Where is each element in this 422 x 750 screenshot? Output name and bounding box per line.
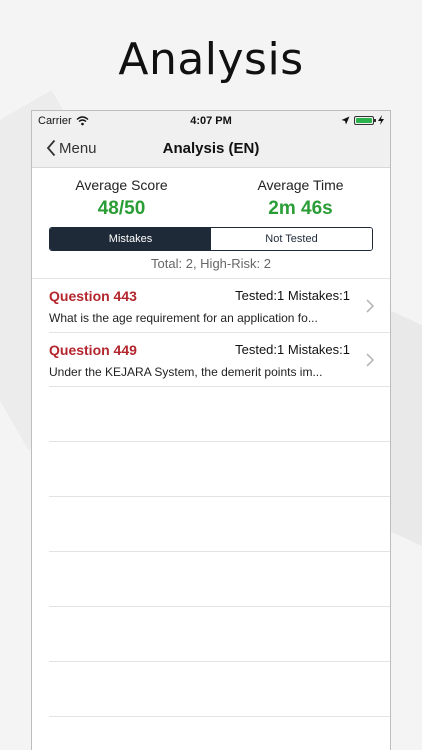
empty-row xyxy=(49,607,390,662)
chevron-right-icon xyxy=(366,299,374,313)
status-time: 4:07 PM xyxy=(190,115,232,127)
empty-row xyxy=(49,552,390,607)
question-title: Question 443 xyxy=(49,288,137,304)
question-stats: Tested:1 Mistakes:1 xyxy=(235,288,350,303)
average-score: Average Score 48/50 xyxy=(32,176,211,220)
question-row[interactable]: Question 449 Tested:1 Mistakes:1 Under t… xyxy=(49,333,390,387)
average-time-label: Average Time xyxy=(257,177,344,193)
promo-title: Analysis xyxy=(118,34,304,85)
empty-row xyxy=(49,442,390,497)
question-text: Under the KEJARA System, the demerit poi… xyxy=(49,365,323,379)
page-title: Analysis (EN) xyxy=(162,140,260,157)
empty-row xyxy=(49,662,390,717)
phone-screen: Carrier 4:07 PM Menu Analysis (EN) Avera… xyxy=(31,110,391,750)
question-list: Question 443 Tested:1 Mistakes:1 What is… xyxy=(32,278,390,750)
summary-text: Total: 2, High-Risk: 2 xyxy=(151,256,271,271)
tab-not-tested[interactable]: Not Tested xyxy=(211,228,372,250)
charging-bolt-icon xyxy=(378,115,384,125)
status-bar: Carrier 4:07 PM xyxy=(32,111,390,131)
question-title: Question 449 xyxy=(49,342,137,358)
stats-summary: Average Score 48/50 Average Time 2m 46s xyxy=(32,168,390,220)
question-row[interactable]: Question 443 Tested:1 Mistakes:1 What is… xyxy=(49,279,390,333)
average-time-value: 2m 46s xyxy=(268,198,333,219)
navigation-bar: Menu Analysis (EN) xyxy=(32,131,390,168)
average-time: Average Time 2m 46s xyxy=(211,176,390,220)
question-text: What is the age requirement for an appli… xyxy=(49,311,318,325)
location-arrow-icon xyxy=(341,116,350,124)
average-score-value: 48/50 xyxy=(97,198,146,219)
chevron-right-icon xyxy=(366,353,374,367)
empty-row xyxy=(49,717,390,750)
question-stats: Tested:1 Mistakes:1 xyxy=(235,342,350,357)
empty-row xyxy=(49,497,390,552)
segmented-control: Mistakes Not Tested xyxy=(49,227,373,251)
empty-row xyxy=(49,387,390,442)
average-score-label: Average Score xyxy=(75,177,168,193)
status-right xyxy=(341,115,384,125)
battery-icon xyxy=(354,115,376,125)
tab-mistakes[interactable]: Mistakes xyxy=(50,228,211,250)
